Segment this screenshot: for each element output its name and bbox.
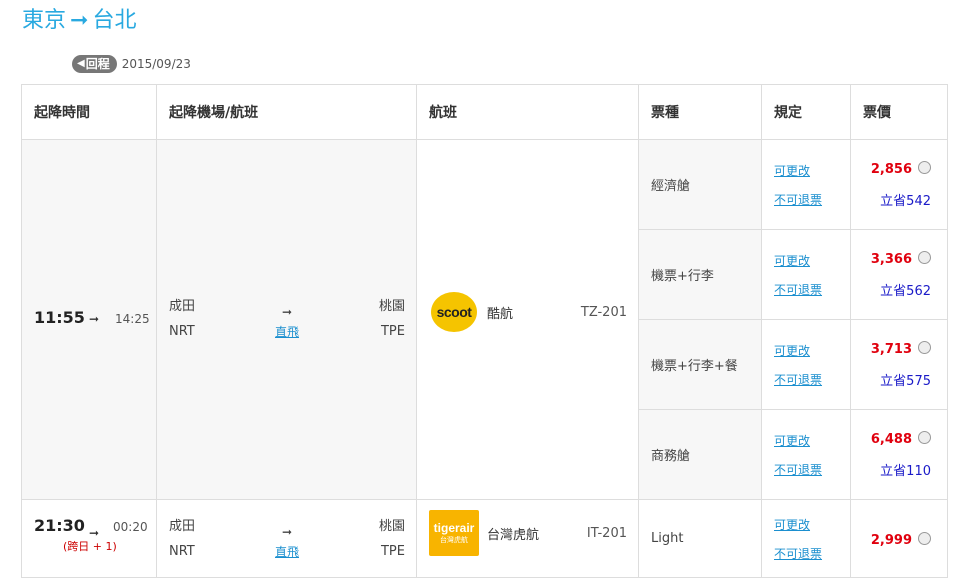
- from-airport: 成田: [169, 299, 196, 314]
- savings: 立省110: [880, 463, 931, 479]
- depart-time: 21:30: [34, 516, 85, 535]
- time-cell: 11:55 ➞ 14:25: [21, 139, 157, 500]
- non-refundable-link[interactable]: 不可退票: [774, 283, 822, 297]
- next-day-note: (跨日 + 1): [63, 540, 117, 553]
- fare-type: 商務艙: [638, 409, 762, 500]
- savings: 立省562: [880, 283, 931, 299]
- fare-type: 機票+行李: [638, 229, 762, 320]
- route-from: 東京: [22, 8, 67, 33]
- flight-number: IT-201: [586, 525, 627, 541]
- price-cell: 6,488 立省110: [850, 409, 948, 500]
- to-code: TPE: [380, 544, 405, 559]
- depart-time: 11:55: [34, 308, 85, 327]
- changeable-link[interactable]: 可更改: [774, 164, 810, 178]
- time-arrow-icon: ➞: [88, 526, 99, 540]
- table-header-row: 起降時間 起降機場/航班 航班 票種 規定 票價: [21, 84, 948, 140]
- fare-type: Light: [638, 499, 762, 578]
- rules-cell: 可更改 不可退票: [761, 499, 851, 578]
- airport-cell: 成田 NRT ➞ 直飛 桃園 TPE: [156, 139, 417, 500]
- airline-name: 台灣虎航: [487, 527, 540, 543]
- price: 3,713: [870, 341, 912, 357]
- arrive-time: 14:25: [115, 312, 150, 326]
- from-airport: 成田: [169, 519, 196, 534]
- header-airport: 起降機場/航班: [156, 84, 417, 140]
- table-row: 11:55 ➞ 14:25 成田 NRT ➞ 直飛 桃園 TPE scoot 酷…: [21, 139, 948, 500]
- table-row: 21:30 ➞ 00:20 (跨日 + 1) 成田 NRT ➞ 直飛 桃園 TP…: [21, 499, 948, 578]
- header-price: 票價: [850, 84, 948, 140]
- non-refundable-link[interactable]: 不可退票: [774, 373, 822, 387]
- tigerair-logo: tigerair 台灣虎航: [429, 510, 479, 556]
- non-refundable-link[interactable]: 不可退票: [774, 463, 822, 477]
- price: 3,366: [870, 251, 912, 267]
- airport-cell: 成田 NRT ➞ 直飛 桃園 TPE: [156, 499, 417, 578]
- return-arrow-icon: ◀: [77, 58, 85, 69]
- airline-name: 酷航: [487, 306, 514, 322]
- header-time: 起降時間: [21, 84, 157, 140]
- changeable-link[interactable]: 可更改: [774, 254, 810, 268]
- return-info: ◀ 回程 2015/09/23: [72, 55, 191, 73]
- rules-cell: 可更改 不可退票: [761, 229, 851, 320]
- return-date: 2015/09/23: [121, 57, 191, 71]
- scoot-logo: scoot: [431, 292, 477, 332]
- fare-radio[interactable]: [918, 250, 931, 264]
- header-fare-type: 票種: [638, 84, 762, 140]
- route-arrow-icon: ➞: [281, 525, 293, 539]
- header-rules: 規定: [761, 84, 851, 140]
- fare-type: 機票+行李+餐: [638, 319, 762, 410]
- savings: 立省542: [880, 193, 931, 209]
- price-cell: 2,999: [850, 499, 948, 578]
- price-cell: 2,856 立省542: [850, 139, 948, 230]
- direct-link[interactable]: 直飛: [275, 545, 299, 559]
- header-flight: 航班: [416, 84, 639, 140]
- flight-cell: tigerair 台灣虎航 台灣虎航 IT-201: [416, 499, 639, 578]
- rules-cell: 可更改 不可退票: [761, 409, 851, 500]
- savings: 立省575: [880, 373, 931, 389]
- changeable-link[interactable]: 可更改: [774, 518, 810, 532]
- to-airport: 桃園: [378, 299, 405, 314]
- flight-cell: scoot 酷航 TZ-201: [416, 139, 639, 500]
- time-arrow-icon: ➞: [88, 312, 99, 326]
- arrive-time: 00:20: [113, 520, 148, 534]
- from-code: NRT: [169, 324, 195, 339]
- route-arrow-icon: ➞: [70, 8, 89, 33]
- price-cell: 3,713 立省575: [850, 319, 948, 410]
- route-title: 東京 ➞ 台北: [22, 2, 136, 34]
- fare-type: 經濟艙: [638, 139, 762, 230]
- fare-radio[interactable]: [918, 160, 931, 174]
- to-code: TPE: [380, 324, 405, 339]
- flight-number: TZ-201: [580, 304, 627, 320]
- rules-cell: 可更改 不可退票: [761, 319, 851, 410]
- to-airport: 桃園: [378, 519, 405, 534]
- from-code: NRT: [169, 544, 195, 559]
- fare-radio[interactable]: [918, 340, 931, 354]
- price: 6,488: [870, 431, 912, 447]
- price: 2,999: [870, 533, 912, 548]
- non-refundable-link[interactable]: 不可退票: [774, 193, 822, 207]
- non-refundable-link[interactable]: 不可退票: [774, 547, 822, 561]
- rules-cell: 可更改 不可退票: [761, 139, 851, 230]
- direct-link[interactable]: 直飛: [275, 325, 299, 339]
- flights-table: 起降時間 起降機場/航班 航班 票種 規定 票價 11:55 ➞ 14:25 成田: [21, 84, 948, 578]
- return-badge-label: 回程: [85, 57, 110, 71]
- fare-radio[interactable]: [918, 430, 931, 444]
- fare-radio[interactable]: [918, 532, 931, 545]
- changeable-link[interactable]: 可更改: [774, 434, 810, 448]
- return-badge: ◀ 回程: [72, 55, 117, 73]
- time-cell: 21:30 ➞ 00:20 (跨日 + 1): [21, 499, 157, 578]
- changeable-link[interactable]: 可更改: [774, 344, 810, 358]
- price: 2,856: [870, 161, 912, 177]
- route-arrow-icon: ➞: [281, 305, 293, 319]
- price-cell: 3,366 立省562: [850, 229, 948, 320]
- route-to: 台北: [92, 8, 137, 33]
